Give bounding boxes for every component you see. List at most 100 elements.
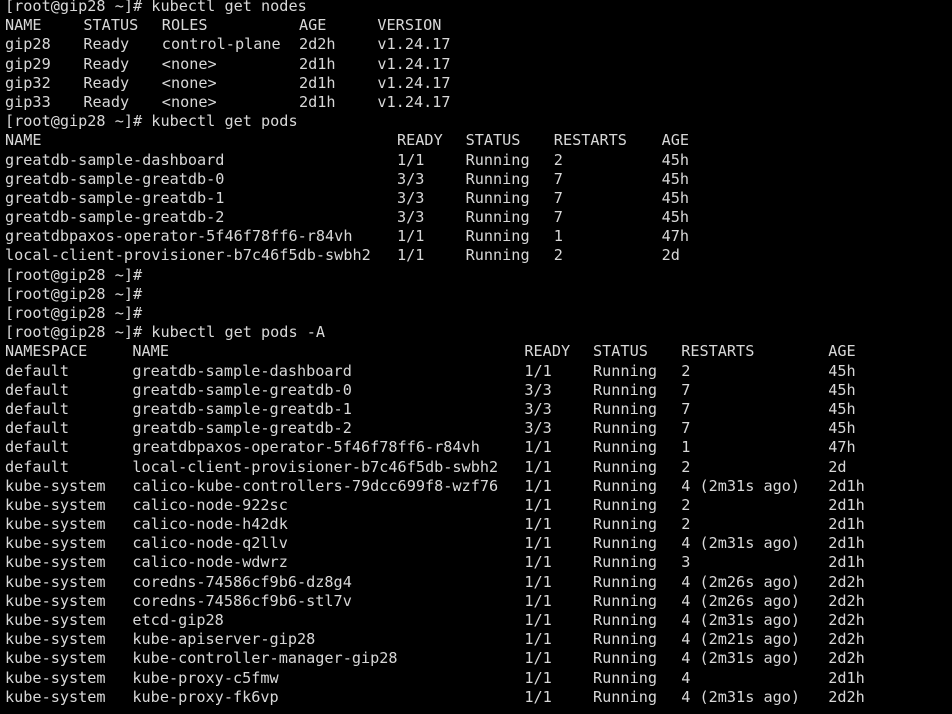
cell-age: 47h bbox=[828, 438, 856, 457]
column-header-restarts: RESTARTS bbox=[553, 131, 627, 150]
column-header-ready: READY bbox=[397, 131, 443, 150]
cell-status: Running bbox=[465, 150, 530, 169]
cell-ready: 1/1 bbox=[524, 611, 552, 629]
cell-namespace: kube-system bbox=[5, 553, 106, 572]
cell-status: Running bbox=[593, 361, 658, 380]
cell-status: Running bbox=[593, 438, 658, 457]
cell-ready: 3/3 bbox=[524, 380, 552, 399]
table-row: kube-system coredns-74586cf9b6-dz8g4 1/1 Ru… bbox=[5, 573, 952, 592]
column-header-status: STATUS bbox=[83, 16, 139, 35]
cell-ready: 1/1 bbox=[397, 227, 425, 246]
cell-age: 2d1h bbox=[828, 515, 865, 534]
cell-ready: 1/1 bbox=[524, 515, 552, 534]
cell-age: 2d1h bbox=[828, 534, 865, 553]
table-header-row: NAME READY STATUS RESTARTS AGE bbox=[5, 131, 952, 150]
cell-status: Running bbox=[593, 553, 658, 572]
table-row: kube-system kube-proxy-fk6vp 1/1 Running 4 (… bbox=[5, 688, 952, 707]
cell-status: Ready bbox=[83, 35, 130, 54]
table-row: kube-system coredns-74586cf9b6-stl7v 1/1 Ru… bbox=[5, 592, 952, 611]
cell-restarts: 2 bbox=[681, 457, 691, 476]
table-row: greatdb-sample-greatdb-0 3/3 Running 7 45h bbox=[5, 170, 952, 189]
cell-restarts: 7 bbox=[553, 188, 563, 207]
cell-status: Ready bbox=[83, 73, 130, 92]
column-header-status: STATUS bbox=[465, 131, 521, 150]
table-header-row: NAMESPACE NAME READY STATUS RESTARTS AGE bbox=[5, 342, 952, 361]
cell-name: greatdb-sample-greatdb-2 bbox=[132, 419, 352, 438]
cell-status: Running bbox=[465, 169, 530, 188]
cell-ready: 1/1 bbox=[524, 649, 552, 668]
cell-restarts: 7 bbox=[681, 399, 691, 418]
cell-status: Running bbox=[465, 188, 530, 207]
cell-age: 2d1h bbox=[299, 54, 336, 73]
cell-restarts: 4 (2m26s ago) bbox=[681, 591, 801, 610]
cell-namespace: default bbox=[5, 438, 70, 457]
cell-ready: 1/1 bbox=[524, 591, 552, 610]
table-row: kube-system calico-node-h42dk 1/1 Running 2 2… bbox=[5, 515, 952, 534]
prompt-line[interactable]: [root@gip28 ~]# bbox=[5, 304, 952, 323]
cell-ready: 1/1 bbox=[524, 476, 552, 495]
cell-namespace: kube-system bbox=[5, 687, 106, 706]
cell-namespace: default bbox=[5, 380, 70, 399]
prompt-line[interactable]: [root@gip28 ~]# bbox=[5, 285, 952, 304]
cell-namespace: default bbox=[5, 399, 70, 418]
prompt-line[interactable]: [root@gip28 ~]# kubectl get nodes bbox=[5, 0, 952, 16]
cell-restarts: 4 (2m31s ago) bbox=[681, 649, 801, 668]
cell-name: greatdb-sample-dashboard bbox=[132, 361, 352, 380]
cell-name: calico-node-q2llv bbox=[132, 534, 288, 553]
table-row: default greatdb-sample-dashboard 1/1 Runnin… bbox=[5, 362, 952, 381]
cell-status: Running bbox=[593, 495, 658, 514]
cell-restarts: 4 (2m21s ago) bbox=[681, 630, 801, 649]
cell-restarts: 7 bbox=[553, 169, 563, 188]
cell-name: gip28 bbox=[5, 35, 51, 54]
cell-ready: 1/1 bbox=[524, 534, 552, 553]
prompt-text: [root@gip28 ~]# bbox=[5, 284, 143, 303]
column-header-restarts: RESTARTS bbox=[681, 342, 755, 361]
table-row: default greatdbpaxos-operator-5f46f78ff6-… bbox=[5, 438, 952, 457]
prompt-line[interactable]: [root@gip28 ~]# kubectl get pods bbox=[5, 112, 952, 131]
cell-namespace: kube-system bbox=[5, 515, 106, 534]
cell-roles: <none> bbox=[161, 92, 217, 111]
cell-name: coredns-74586cf9b6-stl7v bbox=[132, 591, 352, 610]
prompt-line[interactable]: [root@gip28 ~]# kubectl get pods -A bbox=[5, 323, 952, 342]
prompt-line[interactable]: [root@gip28 ~]# bbox=[5, 266, 952, 285]
cell-restarts: 3 bbox=[681, 553, 691, 572]
cell-version: v1.24.17 bbox=[377, 54, 451, 73]
cell-namespace: kube-system bbox=[5, 495, 106, 514]
cell-namespace: kube-system bbox=[5, 572, 106, 591]
cell-status: Running bbox=[593, 611, 658, 629]
cell-version: v1.24.17 bbox=[377, 92, 451, 111]
table-row: kube-system calico-node-922sc 1/1 Running 2 2… bbox=[5, 496, 952, 515]
cell-name: greatdb-sample-dashboard bbox=[5, 150, 225, 169]
cell-name: greatdbpaxos-operator-5f46f78ff6-r84vh bbox=[5, 227, 353, 246]
cell-restarts: 2 bbox=[681, 495, 691, 514]
terminal-window[interactable]: [root@gip28 ~]# kubectl get nodes NAME STA… bbox=[0, 0, 952, 714]
cell-roles: <none> bbox=[161, 54, 217, 73]
column-header-roles: ROLES bbox=[161, 16, 208, 35]
column-header-age: AGE bbox=[661, 131, 690, 150]
cell-age: 2d1h bbox=[828, 553, 865, 572]
cell-restarts: 4 (2m26s ago) bbox=[681, 572, 801, 591]
cell-restarts: 2 bbox=[553, 246, 563, 265]
cell-restarts: 2 bbox=[681, 361, 691, 380]
table-row: default greatdb-sample-greatdb-1 3/3 Runnin… bbox=[5, 400, 952, 419]
cell-status: Running bbox=[593, 649, 658, 668]
cell-namespace: default bbox=[5, 419, 70, 438]
table-row: kube-system kube-controller-manager-gip28… bbox=[5, 649, 952, 668]
cell-age: 2d2h bbox=[828, 611, 865, 629]
cell-ready: 3/3 bbox=[397, 208, 425, 227]
table-row: kube-system etcd-gip28 1/1 Running 4 (2m31s … bbox=[5, 611, 952, 630]
table-row: kube-system calico-node-q2llv 1/1 Running 4 … bbox=[5, 534, 952, 553]
cell-status: Running bbox=[593, 515, 658, 534]
prompt-text: [root@gip28 ~]# kubectl get pods bbox=[5, 112, 298, 131]
cell-ready: 1/1 bbox=[524, 668, 552, 687]
cell-status: Running bbox=[593, 457, 658, 476]
cell-name: greatdb-sample-greatdb-1 bbox=[132, 399, 352, 418]
cell-age: 2d1h bbox=[299, 73, 336, 92]
cell-name: kube-proxy-fk6vp bbox=[132, 687, 279, 706]
column-header-age: AGE bbox=[828, 342, 856, 361]
cell-name: kube-controller-manager-gip28 bbox=[132, 649, 398, 668]
cell-name: calico-node-h42dk bbox=[132, 515, 288, 534]
cell-age: 45h bbox=[828, 419, 856, 438]
prompt-text: [root@gip28 ~]# kubectl get pods -A bbox=[5, 323, 326, 342]
cell-ready: 3/3 bbox=[397, 188, 425, 207]
